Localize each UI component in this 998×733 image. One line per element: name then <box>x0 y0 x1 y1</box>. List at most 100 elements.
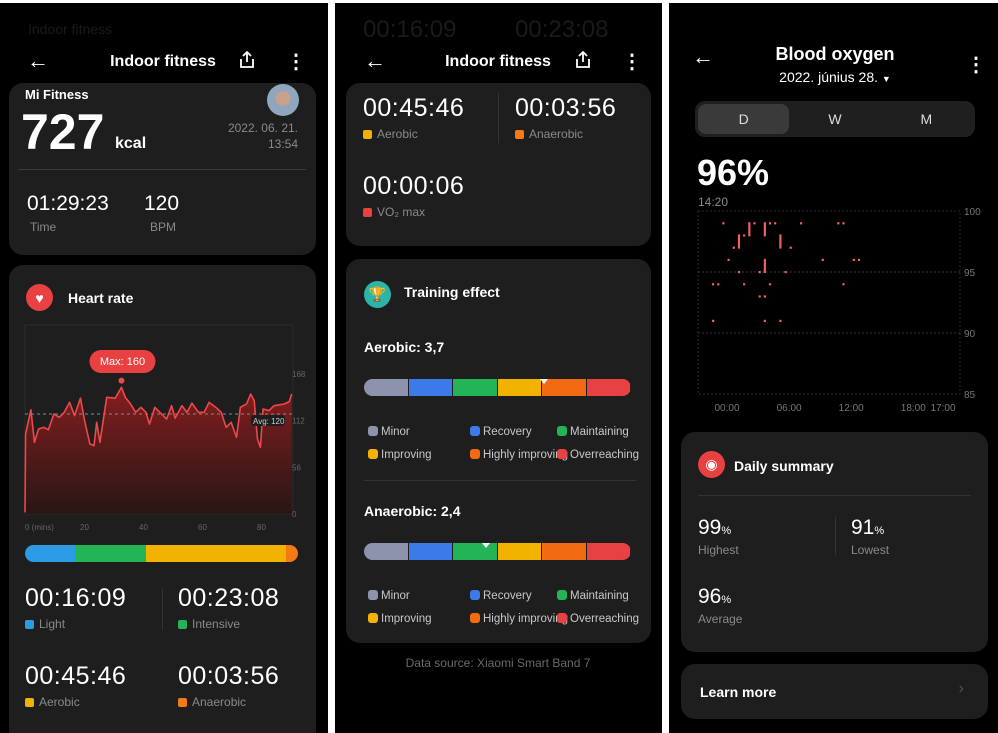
heart-rate-chart: 168 112 56 0 0 (mins) 20 40 60 80 Max: 160 Avg: 12… <box>24 324 306 532</box>
zone-duration: 00:45:46 <box>25 662 127 690</box>
average-value: 96% <box>698 585 731 609</box>
y-tick-label: 90 <box>964 329 976 340</box>
legend-swatch <box>368 590 378 600</box>
aerobic-effect-marker <box>540 379 549 384</box>
zone-color-swatch <box>25 698 34 707</box>
zone-segment-light <box>25 545 75 562</box>
zone-segment-intensive <box>74 545 146 562</box>
zone-label: Aerobic <box>25 695 126 709</box>
zone-label: VO₂ max <box>363 205 464 219</box>
spo2-point <box>743 234 746 237</box>
legend-item: Recovery <box>470 426 532 438</box>
spo2-point <box>732 246 735 249</box>
effect-segment <box>408 379 453 396</box>
legend-label: Maintaining <box>570 590 629 602</box>
daily-summary-title: Daily summary <box>734 458 834 474</box>
zone-duration: 00:23:08 <box>178 584 280 612</box>
zone-label-text: Intensive <box>192 617 241 631</box>
y-tick-label: 56 <box>292 463 301 472</box>
unit: % <box>721 525 732 537</box>
page-title: Indoor fitness <box>445 53 551 70</box>
effect-segment <box>542 543 587 560</box>
back-button[interactable]: ← <box>364 48 386 74</box>
legend-item: Improving <box>368 449 432 461</box>
y-tick-label: 100 <box>964 207 981 218</box>
divider <box>698 495 971 496</box>
zone-duration: 00:16:09 <box>25 584 127 612</box>
more-vertical-icon[interactable]: ⋮ <box>622 49 642 74</box>
legend-label: Minor <box>381 426 410 438</box>
x-end-label: 17:00 <box>930 403 955 414</box>
effect-segment <box>453 379 498 396</box>
legend-item: Highly improving <box>470 613 568 625</box>
x-tick-label: 20 <box>80 523 89 532</box>
spo2-point <box>753 222 756 225</box>
aerobic-effect-bar <box>364 379 631 396</box>
zone-aerobic: 00:45:46 Aerobic <box>363 94 464 141</box>
spo2-point <box>821 258 824 261</box>
spo2-point <box>842 222 845 225</box>
unit: % <box>874 525 885 537</box>
max-point <box>118 377 125 384</box>
zone-color-swatch <box>178 698 187 707</box>
zone-label-text: Anaerobic <box>529 127 584 141</box>
training-effect-title: Training effect <box>404 284 500 300</box>
zone-intensive: 00:23:08 Intensive <box>178 584 279 631</box>
legend-label: Highly improving <box>483 613 569 625</box>
trophy-icon: 🏆 <box>364 281 391 308</box>
effect-segment <box>364 543 409 560</box>
legend-swatch <box>557 613 567 623</box>
effect-segment <box>542 379 587 396</box>
x-tick-label: 06:00 <box>777 403 802 414</box>
divider <box>364 480 636 481</box>
zone-light: 00:16:09 Light <box>25 584 126 631</box>
value: 99 <box>698 516 722 539</box>
spo2-point <box>763 319 766 322</box>
spo2-point <box>799 222 803 225</box>
zone-color-swatch <box>515 130 524 139</box>
zone-label-text: Aerobic <box>39 695 80 709</box>
legend-label: Maintaining <box>570 426 629 438</box>
learn-more-button[interactable]: Learn more › <box>681 664 988 719</box>
zone-label: Intensive <box>178 617 279 631</box>
zone-aerobic: 00:45:46 Aerobic <box>25 662 126 709</box>
value: 91 <box>851 516 875 539</box>
legend-item: Maintaining <box>557 426 629 438</box>
legend-swatch <box>368 613 378 623</box>
highest-label: Highest <box>698 543 739 557</box>
legend-swatch <box>470 449 480 459</box>
zone-label: Anaerobic <box>178 695 279 709</box>
zone-duration: 00:00:06 <box>363 172 465 200</box>
y-tick-label: 168 <box>292 370 306 379</box>
average-label: Average <box>698 612 743 626</box>
zone-duration: 00:45:46 <box>363 94 465 122</box>
anaerobic-effect-marker <box>482 543 491 548</box>
spo2-point <box>789 246 792 249</box>
share-icon[interactable] <box>575 50 591 74</box>
blood-oxygen-chart: 100 95 90 85 00:00 06:00 12:00 18:00 17:00 <box>697 207 981 414</box>
learn-more-label: Learn more <box>700 684 777 700</box>
spo2-point <box>768 222 772 225</box>
zone-label: Aerobic <box>363 127 464 141</box>
divider <box>835 517 836 555</box>
legend-item: Minor <box>368 590 410 602</box>
legend-swatch <box>557 426 567 436</box>
zone-color-swatch <box>363 208 372 217</box>
value: 96 <box>698 585 722 608</box>
zone-label-text: Light <box>39 617 66 631</box>
zone-duration: 00:03:56 <box>178 662 280 690</box>
zone-label-text: Aerobic <box>377 127 418 141</box>
zone-color-swatch <box>363 130 372 139</box>
legend-label: Recovery <box>483 590 532 602</box>
legend-item: Improving <box>368 613 432 625</box>
legend-label: Highly improving <box>483 449 569 461</box>
legend-swatch <box>470 613 480 623</box>
ghost-value: 00:16:09 <box>363 16 457 43</box>
spo2-point <box>722 222 725 225</box>
x-tick-label: 0 (mins) <box>25 523 54 532</box>
legend-item: Overreaching <box>557 449 639 461</box>
lowest-value: 91% <box>851 516 884 540</box>
spo2-point <box>837 222 840 225</box>
zone-label-text: VO₂ max <box>377 205 425 219</box>
data-source: Data source: Xiaomi Smart Band 7 <box>405 656 591 670</box>
